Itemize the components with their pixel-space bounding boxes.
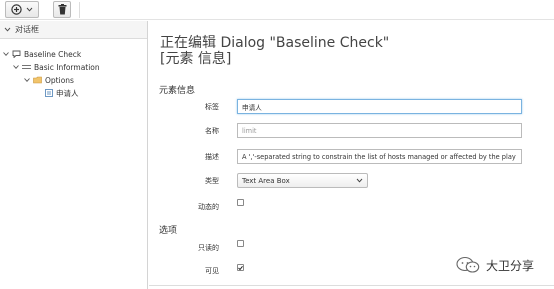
sidebar-title: 对话框 [15,25,39,34]
watermark-text: 大卫分享 [486,258,535,273]
folder-icon [33,76,42,84]
name-input[interactable]: limit [237,123,522,138]
tree-item-label: Options [45,75,74,85]
sidebar-header[interactable]: 对话框 [0,21,147,39]
tree-item-label: 申请人 [56,88,79,98]
comment-icon [12,50,21,58]
bottom-divider [149,285,554,286]
label-visible: 可见 [205,267,219,275]
tree-item-label: Baseline Check [24,49,82,59]
chevron-down-icon[interactable] [23,76,31,84]
tree-item-baseline-check[interactable]: Baseline Check [2,48,81,60]
editor-panel: 正在编辑 Dialog "Baseline Check" [元素 信息] 元素信… [149,21,554,289]
tag-input[interactable]: 申请人 [237,99,522,114]
tree-item-applicant[interactable]: 申请人 [44,87,79,99]
label-tag: 标签 [205,103,219,111]
chevron-down-icon [4,27,11,32]
checkmark-icon [238,265,243,270]
readonly-checkbox[interactable] [237,240,244,247]
delete-button[interactable] [53,1,71,18]
wechat-icon [456,256,480,273]
label-name: 名称 [205,127,219,135]
description-input[interactable]: A ','-separated string to constrain the … [237,149,522,164]
field-icon [44,89,53,97]
page-title: 正在编辑 Dialog "Baseline Check" [元素 信息] [160,35,390,67]
toolbar-separator [79,2,80,18]
section-heading-element-info: 元素信息 [159,86,196,96]
label-dynamic: 动态的 [198,203,219,211]
chevron-down-icon [356,178,363,183]
dynamic-checkbox[interactable] [237,199,244,206]
plus-circle-icon [11,4,22,15]
tree-item-basic-information[interactable]: Basic Information [12,61,100,73]
toolbar [0,0,554,20]
type-select[interactable]: Text Area Box [237,173,368,188]
section-heading-options: 选项 [159,226,178,236]
chevron-down-icon[interactable] [12,63,20,71]
add-menu-button[interactable] [5,1,39,18]
tree-item-options[interactable]: Options [23,74,74,86]
label-readonly: 只读的 [198,244,219,252]
trash-icon [58,4,66,15]
section-icon [22,63,31,71]
watermark: 大卫分享 [456,256,534,274]
label-type: 类型 [205,177,219,185]
label-description: 描述 [205,153,219,161]
chevron-down-icon[interactable] [2,50,10,58]
tree-item-label: Basic Information [34,62,100,72]
type-select-value: Text Area Box [242,176,290,185]
sidebar: 对话框 Baseline Check Basic Information Opt… [0,21,148,289]
chevron-down-icon [26,7,33,12]
visible-checkbox[interactable] [237,264,244,271]
